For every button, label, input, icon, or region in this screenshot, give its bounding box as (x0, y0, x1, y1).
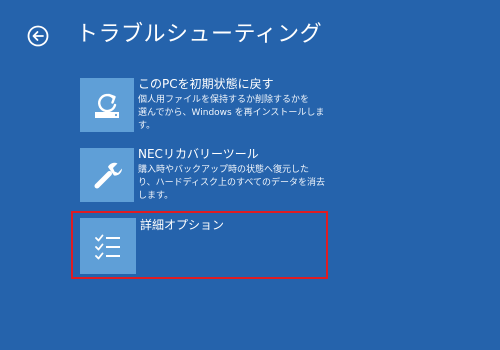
nec-recovery-description: 購入時やバックアップ時の状態へ復元した り、ハードディスク上のすべてのデータを消… (138, 164, 338, 203)
back-arrow-icon (27, 25, 49, 47)
reset-pc-option[interactable]: このPCを初期状態に戻す 個人用ファイルを保持するか削除するかを 選んでから、W… (76, 77, 338, 134)
nec-recovery-desc-line: 購入時やバックアップ時の状態へ復元した (138, 165, 310, 175)
advanced-options-title: 詳細オプション (140, 218, 225, 232)
reset-pc-icon (95, 93, 119, 118)
back-button[interactable] (27, 25, 49, 47)
nec-recovery-desc-line: り、ハードディスク上のすべてのデータを消去 (138, 178, 326, 188)
page-title: トラブルシューティング (76, 22, 323, 47)
reset-pc-tile (80, 78, 134, 132)
reset-pc-desc-line: 選んでから、Windows を再インストールしま (138, 108, 325, 118)
checklist-icon (95, 234, 120, 260)
nec-recovery-title: NECリカバリーツール (138, 147, 259, 161)
reset-pc-title: このPCを初期状態に戻す (138, 77, 274, 91)
advanced-options-option[interactable]: 詳細オプション (71, 211, 328, 279)
reset-pc-description: 個人用ファイルを保持するか削除するかを 選んでから、Windows を再インスト… (138, 94, 338, 133)
advanced-options-tile (80, 218, 136, 274)
reset-pc-desc-line: 個人用ファイルを保持するか削除するかを (138, 95, 310, 105)
reset-pc-desc-line: す。 (138, 121, 156, 131)
nec-recovery-option[interactable]: NECリカバリーツール 購入時やバックアップ時の状態へ復元した り、ハードディス… (76, 147, 338, 204)
wrench-icon (94, 162, 123, 189)
nec-recovery-desc-line: します。 (138, 191, 174, 201)
nec-recovery-tile (80, 148, 134, 202)
